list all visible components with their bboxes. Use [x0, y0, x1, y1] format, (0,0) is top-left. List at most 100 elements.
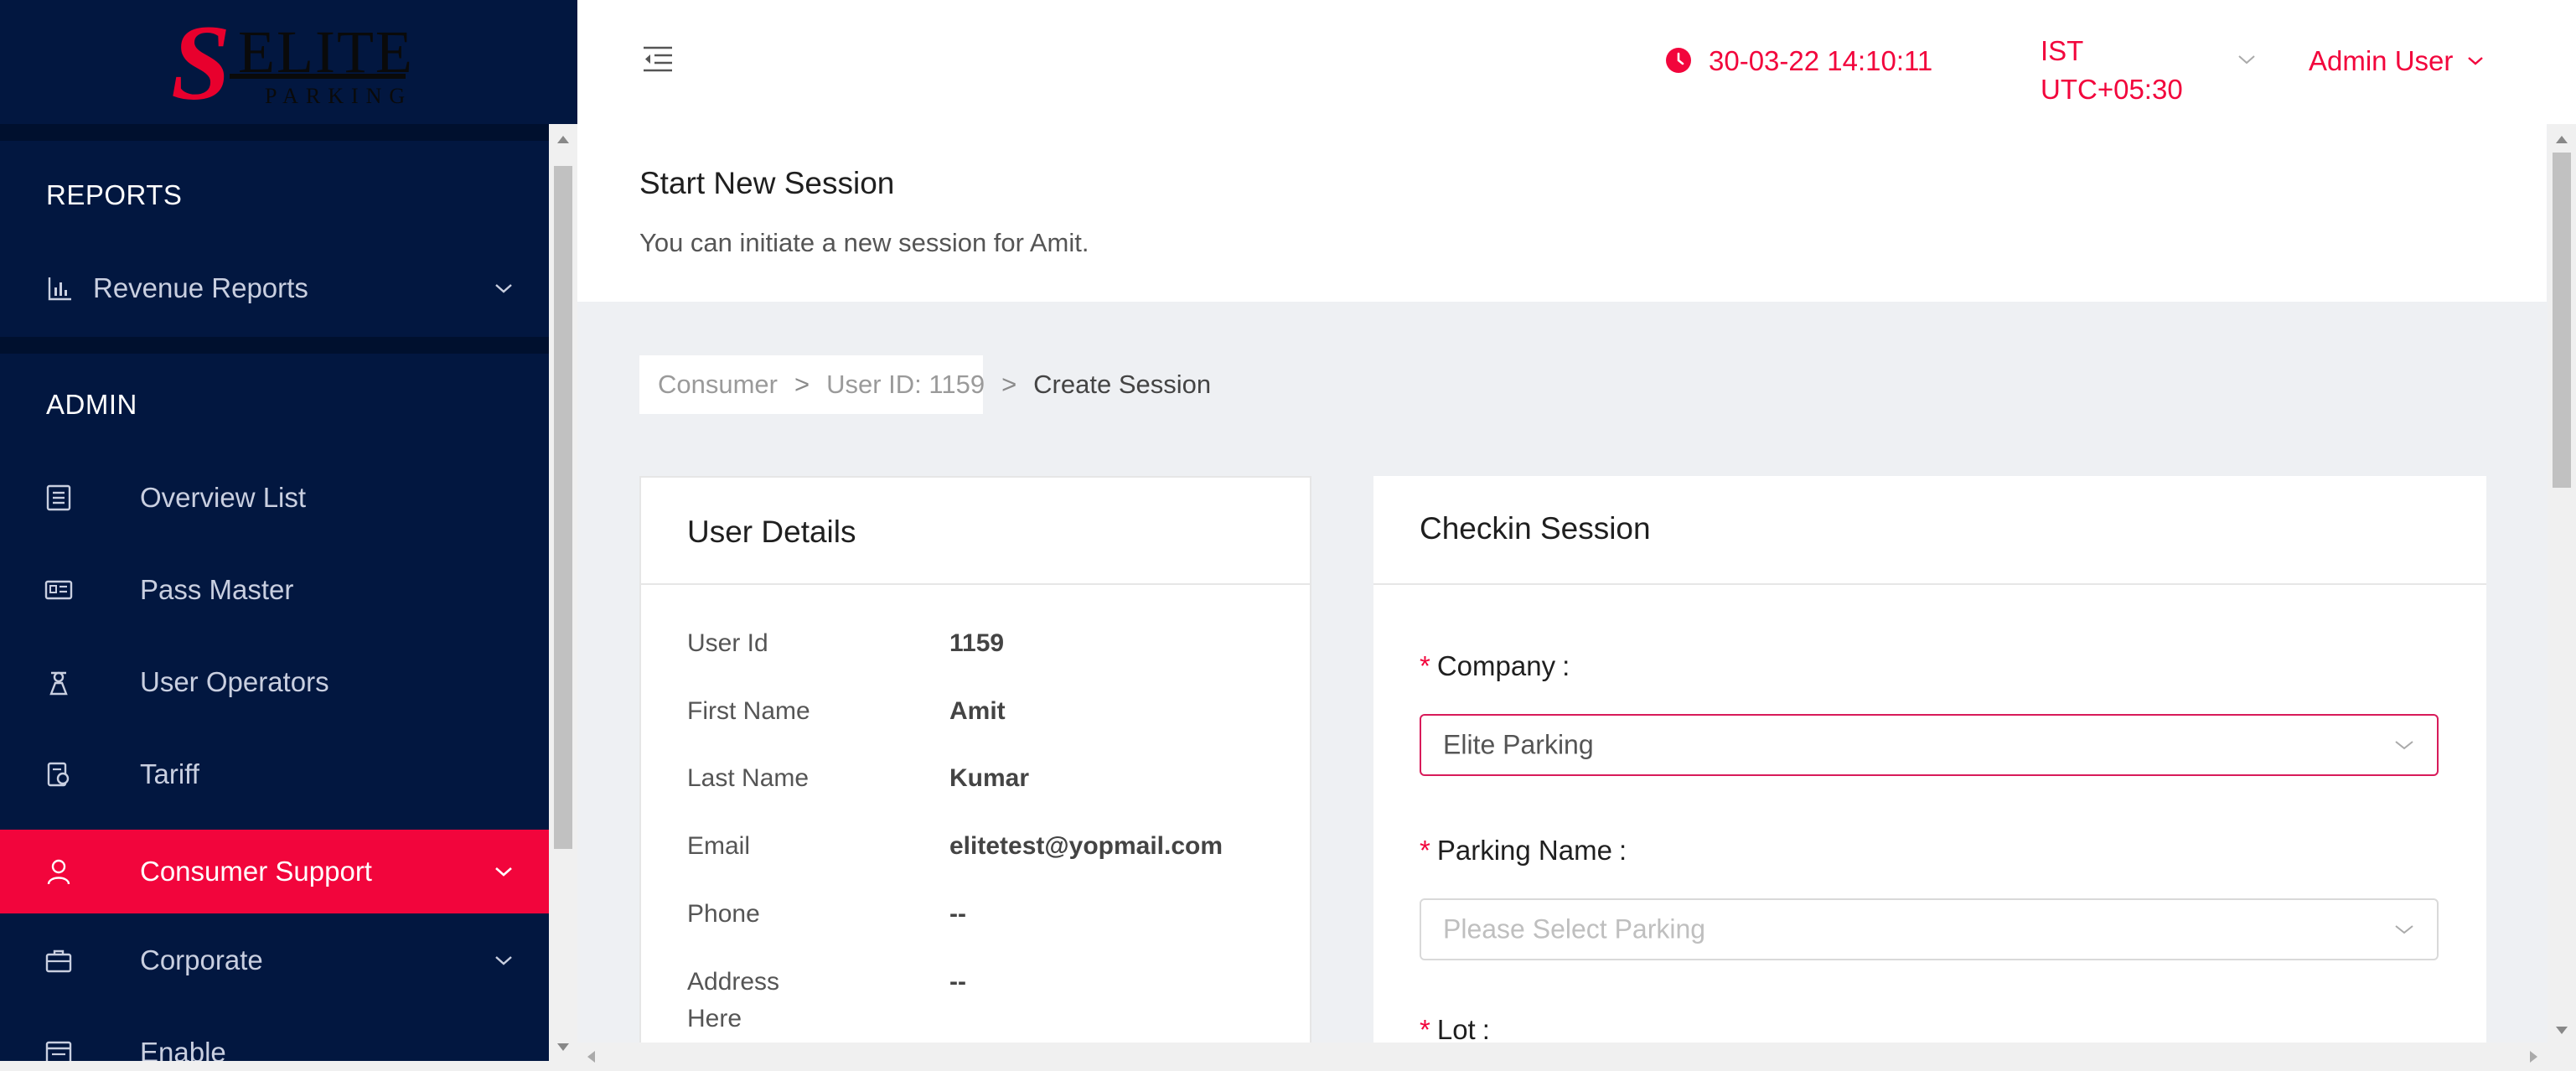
detail-key: Address Here: [687, 968, 780, 1032]
top-header: 30-03-22 14:10:11 IST UTC+05:30 Admin Us…: [577, 0, 2576, 124]
timezone-selector[interactable]: IST UTC+05:30: [2041, 32, 2183, 109]
timezone-name: IST: [2041, 35, 2084, 66]
list-icon: [46, 484, 71, 511]
briefcase-icon: [45, 949, 72, 973]
chevron-down-icon: [2395, 925, 2413, 934]
user-icon: [47, 859, 70, 885]
sidebar-item-label: Corporate: [140, 944, 263, 975]
detail-value: Amit: [949, 697, 1006, 725]
label-colon: :: [1562, 650, 1570, 681]
breadcrumb-separator: >: [794, 370, 810, 399]
sidebar-item-tariff[interactable]: Tariff: [0, 732, 549, 816]
main-content: Start New Session You can initiate a new…: [577, 124, 2547, 1043]
menu-fold-icon[interactable]: [642, 45, 674, 74]
chevron-down-icon[interactable]: [2237, 54, 2257, 65]
logo-sub: PARKING: [265, 84, 413, 108]
operator-icon: [49, 671, 68, 696]
company-label: * Company:: [1420, 650, 1570, 682]
parking-name-select[interactable]: Please Select Parking: [1420, 898, 2439, 960]
card-header: User Details: [641, 478, 1310, 585]
current-datetime: 30-03-22 14:10:11: [1709, 45, 1933, 76]
sidebar-item-corporate[interactable]: Corporate: [0, 918, 549, 1002]
section-title-admin: ADMIN: [46, 389, 137, 420]
lot-label: * Lot:: [1420, 1014, 1490, 1043]
chevron-down-icon: [2395, 741, 2413, 750]
section-divider: [0, 337, 549, 354]
label-colon: :: [1618, 835, 1627, 866]
detail-key: Email: [687, 832, 751, 860]
required-mark: *: [1420, 835, 1430, 866]
scroll-down-arrow-icon[interactable]: [557, 1043, 569, 1051]
company-select-value: Elite Parking: [1443, 729, 1594, 760]
main-horizontal-scrollbar[interactable]: [577, 1043, 2548, 1071]
sidebar: S ELITE PARKING REPORTS Revenue Reports …: [0, 0, 577, 1071]
user-details-card: User Details User Id 1159 First Name Ami…: [639, 476, 1311, 1043]
sidebar-item-consumer-support[interactable]: Consumer Support: [0, 830, 549, 913]
chevron-down-icon: [495, 956, 512, 965]
logo-area: S ELITE PARKING: [0, 0, 577, 124]
detail-key: Phone: [687, 900, 760, 928]
sidebar-item-label: Overview List: [140, 482, 307, 513]
lot-label-text: Lot: [1436, 1014, 1476, 1043]
card-title: User Details: [687, 515, 856, 549]
sidebar-horizontal-scrollbar[interactable]: [0, 1061, 549, 1071]
breadcrumb-consumer[interactable]: Consumer: [658, 370, 778, 400]
tariff-icon: [47, 762, 70, 787]
detail-value: 1159: [949, 629, 1005, 657]
chevron-down-icon: [495, 867, 512, 877]
page-title: Start New Session: [639, 166, 895, 200]
detail-value: --: [949, 968, 966, 996]
detail-key: First Name: [687, 697, 810, 725]
checkin-session-card: Checkin Session * Company: Elite Parking …: [1373, 476, 2486, 1043]
detail-value: Kumar: [949, 764, 1030, 792]
admin-user-menu[interactable]: Admin User: [2309, 45, 2453, 77]
scroll-right-arrow-icon[interactable]: [2530, 1051, 2537, 1063]
required-mark: *: [1420, 650, 1430, 681]
company-label-text: Company: [1436, 650, 1556, 681]
label-colon: :: [1482, 1014, 1490, 1043]
sidebar-scrollbar-thumb[interactable]: [554, 166, 572, 849]
detail-key: User Id: [687, 629, 768, 657]
main-scrollbar[interactable]: [2548, 124, 2576, 1071]
card-header: Checkin Session: [1373, 476, 2486, 585]
breadcrumb: Consumer > User ID: 1159 > Create Sessio…: [639, 355, 1211, 414]
sidebar-item-label: Revenue Reports: [93, 272, 308, 303]
sidebar-menu: REPORTS Revenue Reports ADMIN Overview L…: [0, 124, 549, 1071]
timezone-offset: UTC+05:30: [2041, 74, 2183, 105]
logo-s-mark: S: [171, 3, 231, 122]
sidebar-item-label: Consumer Support: [140, 856, 372, 887]
scroll-up-arrow-icon[interactable]: [557, 136, 569, 143]
required-mark: *: [1420, 1014, 1430, 1043]
chevron-down-icon[interactable]: [2466, 55, 2485, 66]
section-title-reports: REPORTS: [46, 179, 183, 210]
sidebar-item-user-operators[interactable]: User Operators: [0, 640, 549, 724]
detail-value: --: [949, 900, 966, 928]
sidebar-item-label: User Operators: [140, 666, 329, 697]
sidebar-item-revenue-reports[interactable]: Revenue Reports: [0, 246, 549, 330]
scroll-up-arrow-icon[interactable]: [2556, 136, 2568, 143]
breadcrumb-current: Create Session: [1033, 370, 1212, 399]
elite-parking-logo[interactable]: S ELITE PARKING: [171, 3, 414, 122]
logo-brand: ELITE: [238, 18, 414, 85]
chevron-down-icon: [495, 284, 512, 293]
company-select[interactable]: Elite Parking: [1420, 714, 2439, 776]
parking-name-placeholder: Please Select Parking: [1443, 913, 1706, 944]
main-scrollbar-thumb[interactable]: [2553, 153, 2571, 488]
bar-chart-icon: [48, 277, 71, 301]
sidebar-item-pass-master[interactable]: Pass Master: [0, 548, 549, 632]
sidebar-item-label: Pass Master: [140, 574, 294, 605]
scroll-left-arrow-icon[interactable]: [587, 1051, 595, 1063]
page-header: Start New Session You can initiate a new…: [577, 124, 2547, 302]
sidebar-scrollbar[interactable]: [549, 124, 577, 1071]
card-title: Checkin Session: [1420, 511, 1651, 546]
parking-name-label-text: Parking Name: [1436, 835, 1612, 866]
id-card-icon: [44, 580, 73, 600]
sidebar-item-label: Tariff: [140, 758, 199, 789]
page-subtitle: You can initiate a new session for Amit.: [639, 228, 1089, 257]
breadcrumb-separator: >: [1001, 370, 1017, 399]
parking-name-label: * Parking Name:: [1420, 835, 1627, 867]
section-divider: [0, 124, 549, 141]
sidebar-item-overview-list[interactable]: Overview List: [0, 456, 549, 540]
breadcrumb-user-id[interactable]: User ID: 1159: [826, 370, 985, 400]
scroll-down-arrow-icon[interactable]: [2556, 1027, 2568, 1034]
